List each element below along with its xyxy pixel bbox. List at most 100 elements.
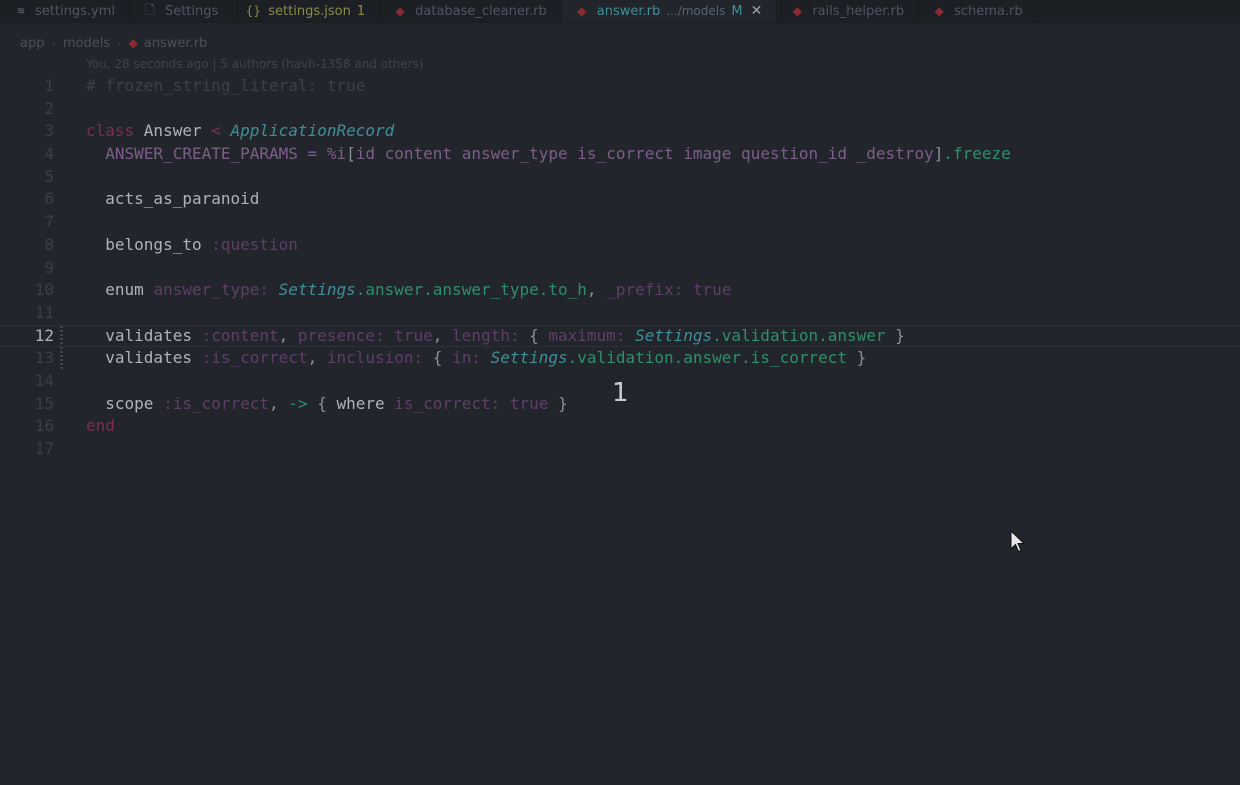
tab-label: database_cleaner.rb bbox=[415, 3, 547, 19]
ruby-icon: ◆ bbox=[395, 4, 405, 18]
code-token: :is_correct bbox=[201, 348, 308, 368]
line-number: 12 bbox=[34, 325, 54, 345]
code-token: } bbox=[847, 348, 867, 368]
code-text: enum answer_type: Settings.answer.answer… bbox=[86, 279, 731, 302]
code-token: answer_type: bbox=[153, 280, 279, 300]
code-token: :question bbox=[211, 234, 298, 254]
code-token: , bbox=[269, 393, 289, 413]
git-change-marker[interactable] bbox=[60, 347, 63, 370]
git-blame-annotation[interactable]: You, 28 seconds ago | 5 authors (havh-13… bbox=[86, 57, 424, 71]
code-token: :is_correct bbox=[163, 393, 270, 413]
tab-settings-json[interactable]: {} settings.json 1 bbox=[233, 0, 381, 22]
code-token: , bbox=[432, 325, 453, 345]
code-text: acts_as_paranoid bbox=[86, 188, 259, 211]
code-token: length: bbox=[452, 325, 530, 345]
code-token: Answer bbox=[143, 121, 212, 141]
overlay-number: 1 bbox=[612, 378, 629, 408]
line-number: 2 bbox=[44, 98, 54, 118]
code-line[interactable]: 5 bbox=[0, 166, 1240, 189]
line-number: 16 bbox=[34, 416, 54, 436]
code-token: ANSWER_CREATE_PARAMS = %i bbox=[86, 144, 347, 164]
code-line[interactable]: 16 end bbox=[0, 415, 1240, 438]
breadcrumb: app › models › ◆ answer.rb bbox=[20, 34, 207, 52]
tab-bar: ≋ settings.yml 🗋 Settings {} settings.json 1 ◆ d… bbox=[0, 0, 1240, 23]
tab-database-cleaner-rb[interactable]: ◆ database_cleaner.rb bbox=[380, 0, 562, 22]
code-token: ] bbox=[933, 144, 944, 164]
code-token: Settings bbox=[490, 348, 568, 368]
code-line[interactable]: 2 bbox=[0, 98, 1240, 121]
code-token: where bbox=[336, 393, 395, 413]
code-line[interactable]: 6 acts_as_paranoid bbox=[0, 188, 1240, 211]
git-change-marker[interactable] bbox=[60, 325, 63, 347]
code-line[interactable]: 4 ANSWER_CREATE_PARAMS = %i[id content a… bbox=[0, 143, 1240, 166]
code-token: is_correct: true bbox=[394, 393, 549, 413]
breadcrumb-models[interactable]: models bbox=[63, 36, 110, 51]
code-token: acts_as_paranoid bbox=[86, 189, 260, 209]
line-number: 8 bbox=[44, 234, 54, 254]
code-line[interactable]: 7 bbox=[0, 211, 1240, 234]
line-number: 15 bbox=[34, 393, 54, 413]
code-line[interactable]: 1 # frozen_string_literal: true bbox=[0, 75, 1240, 98]
code-line[interactable]: 9 bbox=[0, 257, 1240, 280]
tab-label: answer.rb bbox=[596, 3, 661, 19]
code-token: presence: true bbox=[297, 325, 433, 345]
code-line[interactable]: 3 class Answer < ApplicationRecord bbox=[0, 120, 1240, 143]
code-line[interactable]: 11 bbox=[0, 302, 1240, 325]
code-token: maximum: bbox=[548, 325, 636, 345]
code-line[interactable]: 8 belongs_to :question bbox=[0, 234, 1240, 257]
code-token: { bbox=[307, 393, 337, 413]
ruby-icon: ◆ bbox=[128, 36, 138, 50]
breadcrumb-app[interactable]: app bbox=[20, 36, 44, 51]
line-number: 9 bbox=[44, 257, 54, 277]
line-number: 1 bbox=[44, 76, 54, 95]
code-line[interactable]: 17 bbox=[0, 438, 1240, 461]
tab-label: schema.rb bbox=[954, 3, 1023, 19]
code-token: [ bbox=[346, 144, 356, 164]
code-text: # frozen_string_literal: true bbox=[86, 75, 365, 98]
tab-settings-yml[interactable]: ≋ settings.yml bbox=[0, 0, 130, 22]
code-token: id content answer_type is_correct image … bbox=[355, 144, 934, 164]
code-token: Settings bbox=[635, 325, 713, 345]
ruby-icon: ◆ bbox=[577, 4, 587, 18]
code-line[interactable]: 10 enum answer_type: Settings.answer.ans… bbox=[0, 279, 1240, 302]
code-token: -> bbox=[288, 393, 308, 413]
code-text: validates :content, presence: true, leng… bbox=[86, 326, 905, 347]
line-number: 3 bbox=[44, 121, 54, 141]
code-line[interactable]: 12 validates :content, presence: true, l… bbox=[0, 324, 1240, 348]
tab-label: settings.json bbox=[268, 3, 351, 19]
tab-settings[interactable]: 🗋 Settings bbox=[130, 0, 234, 22]
line-number: 7 bbox=[44, 212, 54, 232]
code-text: scope :is_correct, -> { where is_correct… bbox=[86, 393, 567, 416]
code-token: end bbox=[86, 416, 115, 436]
code-token: belongs_to bbox=[86, 234, 212, 254]
code-text: ANSWER_CREATE_PARAMS = %i[id content ans… bbox=[86, 143, 1011, 166]
code-token: , bbox=[586, 280, 607, 300]
line-number: 6 bbox=[44, 189, 54, 209]
breadcrumb-separator: › bbox=[117, 36, 122, 50]
line-number: 14 bbox=[34, 370, 54, 390]
code-token: ApplicationRecord bbox=[230, 121, 395, 141]
close-icon[interactable]: ✕ bbox=[751, 3, 763, 19]
breadcrumb-separator: › bbox=[51, 36, 56, 50]
line-number: 5 bbox=[44, 166, 54, 186]
code-token: , bbox=[307, 348, 327, 368]
code-token: _prefix: true bbox=[606, 280, 732, 300]
code-line[interactable]: 13 validates :is_correct, inclusion: { i… bbox=[0, 347, 1240, 370]
tab-rails-helper-rb[interactable]: ◆ rails_helper.rb bbox=[777, 0, 920, 22]
editor-window: ≋ settings.yml 🗋 Settings {} settings.json 1 ◆ d… bbox=[0, 0, 1240, 785]
line-number: 17 bbox=[34, 439, 54, 458]
line-number: 4 bbox=[44, 144, 54, 164]
ruby-icon: ◆ bbox=[934, 4, 944, 18]
code-token: scope bbox=[86, 393, 164, 413]
line-number: 11 bbox=[34, 302, 54, 322]
tab-description: .../models bbox=[666, 4, 726, 18]
code-token: validates bbox=[86, 348, 202, 368]
breadcrumb-file[interactable]: answer.rb bbox=[144, 36, 208, 51]
code-token: .validation.answer.is_correct bbox=[567, 348, 848, 368]
code-token: class bbox=[86, 121, 144, 141]
problem-count-badge: 1 bbox=[356, 3, 366, 19]
code-token: validates bbox=[86, 325, 202, 345]
code-token: { bbox=[432, 348, 453, 368]
tab-schema-rb[interactable]: ◆ schema.rb bbox=[919, 0, 1038, 22]
tab-answer-rb[interactable]: ◆ answer.rb .../models M ✕ bbox=[561, 0, 778, 22]
